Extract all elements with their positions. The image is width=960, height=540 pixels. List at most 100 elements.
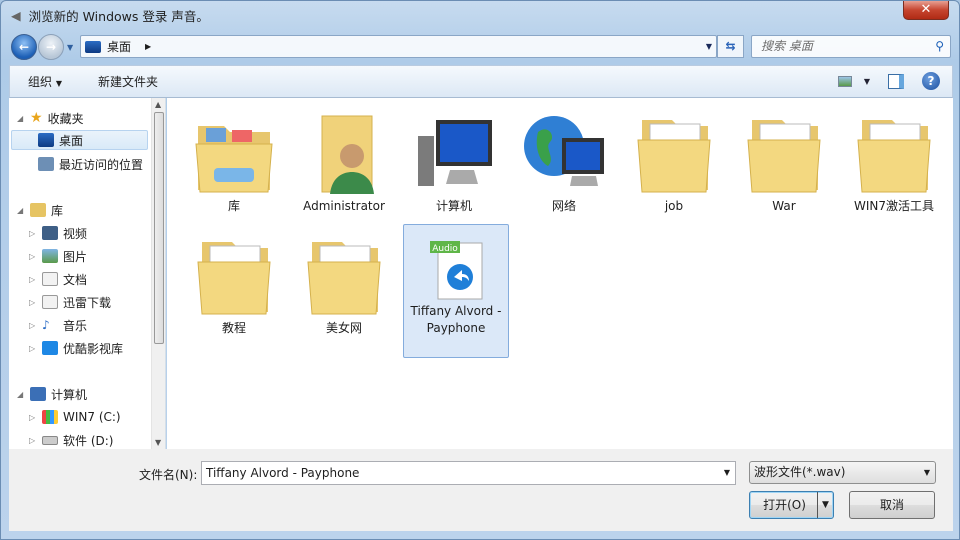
label: 库 — [51, 203, 64, 218]
library-icon — [30, 203, 46, 217]
label: 最近访问的位置 — [59, 157, 144, 172]
youku-icon — [42, 341, 58, 355]
view-dropdown-icon[interactable]: ▼ — [864, 77, 870, 86]
sidebar-computer[interactable]: ◢ 计算机 — [17, 384, 87, 404]
label: 图片 — [63, 249, 88, 264]
sidebar-favorites[interactable]: ◢ ★ 收藏夹 — [17, 108, 84, 128]
file-item[interactable]: 教程 — [181, 224, 287, 337]
sidebar-item-drive-c[interactable]: ▷ WIN7 (C:) — [29, 407, 121, 427]
file-item-label: 计算机 — [435, 199, 472, 213]
sidebar-item-video[interactable]: ▷ 视频 — [29, 223, 87, 243]
file-item-label: 教程 — [221, 321, 246, 335]
navigation-pane: ◢ ★ 收藏夹 桌面 最近访问的位置 ◢ 库 ▷ 视频 ▷ 图片 ▷ 文档 ▷ 迅雷下载 ▷ ♪… — [9, 98, 166, 449]
documents-icon — [42, 272, 58, 286]
computer-icon — [30, 387, 46, 401]
label: 迅雷下载 — [63, 295, 112, 310]
file-item-label: War — [772, 199, 796, 213]
open-label: 打开(O) — [763, 498, 806, 512]
chevron-down-icon: ▼ — [923, 468, 930, 477]
preview-pane-icon[interactable] — [888, 73, 904, 89]
filename-dropdown-icon[interactable]: ▼ — [724, 462, 730, 484]
cancel-button[interactable]: 取消 — [849, 491, 935, 519]
label: 文档 — [63, 272, 88, 287]
video-icon — [42, 226, 58, 240]
download-icon — [42, 295, 58, 309]
close-button[interactable]: ✕ — [903, 1, 949, 20]
drive-icon — [42, 435, 58, 445]
label: 计算机 — [51, 387, 88, 402]
pictures-icon — [42, 249, 58, 263]
folder-icon — [841, 110, 947, 198]
file-item[interactable]: Audio Tiffany Alvord - Payphone — [403, 224, 509, 358]
breadcrumb-arrow-icon[interactable]: ▶ — [145, 42, 151, 51]
file-item[interactable]: War — [731, 102, 837, 215]
view-options-icon[interactable] — [837, 75, 852, 87]
back-button[interactable]: ← — [11, 34, 37, 60]
desktop-icon — [85, 40, 101, 53]
music-icon: ♪ — [42, 318, 50, 332]
file-item-label: Administrator — [303, 199, 385, 213]
label: 桌面 — [59, 133, 84, 148]
search-icon[interactable]: ⚲ — [935, 36, 944, 57]
library-icon — [181, 110, 287, 198]
filetype-select[interactable]: 波形文件(*.wav) ▼ — [749, 461, 936, 484]
label: 视频 — [63, 226, 88, 241]
breadcrumb-desktop[interactable]: 桌面 — [107, 38, 131, 55]
open-dropdown-icon[interactable]: ▼ — [817, 492, 833, 518]
file-item-label: 美女网 — [325, 321, 362, 335]
folder-icon — [181, 232, 287, 320]
address-bar[interactable]: 桌面 ▶ ▼ — [80, 35, 717, 58]
system-drive-icon — [42, 410, 58, 424]
file-item[interactable]: 库 — [181, 102, 287, 215]
audio-icon: Audio — [404, 233, 508, 303]
label: 收藏夹 — [47, 111, 84, 126]
new-folder-button[interactable]: 新建文件夹 — [80, 73, 176, 90]
label: 软件 (D:) — [63, 433, 114, 448]
sidebar-item-pictures[interactable]: ▷ 图片 — [29, 246, 87, 266]
file-item[interactable]: WIN7激活工具 — [841, 102, 947, 215]
label: 音乐 — [63, 318, 88, 333]
sidebar-scrollbar[interactable]: ▲ ▼ — [151, 98, 165, 449]
file-item-label: 库 — [227, 199, 240, 213]
dialog-footer: 文件名(N): Tiffany Alvord - Payphone ▼ 波形文件(… — [9, 449, 953, 531]
organize-button[interactable]: 组织 ▼ — [10, 73, 80, 90]
svg-text:Audio: Audio — [432, 244, 458, 254]
network-icon — [511, 110, 617, 198]
title-bar: ◀ 浏览新的 Windows 登录 声音。 — [11, 6, 209, 25]
filename-label: 文件名(N): — [139, 468, 198, 482]
user-folder-icon — [291, 110, 397, 198]
sidebar-libraries[interactable]: ◢ 库 — [17, 200, 63, 220]
file-item[interactable]: job — [621, 102, 727, 215]
address-dropdown-icon[interactable]: ▼ — [706, 42, 712, 51]
desktop-icon — [38, 133, 54, 147]
sidebar-item-recent[interactable]: 最近访问的位置 — [38, 154, 143, 174]
label: 优酷影视库 — [63, 341, 124, 356]
folder-icon — [291, 232, 397, 320]
filetype-value: 波形文件(*.wav) — [754, 465, 846, 479]
search-input[interactable]: 搜索 桌面 ⚲ — [751, 35, 951, 58]
forward-button[interactable]: → — [38, 34, 64, 60]
sidebar-item-youku[interactable]: ▷ 优酷影视库 — [29, 338, 123, 358]
file-item[interactable]: 美女网 — [291, 224, 397, 337]
toolbar: 组织 ▼ 新建文件夹 ▼ ? — [9, 65, 953, 98]
refresh-button[interactable]: ⇆ — [717, 35, 744, 58]
file-item-label: Tiffany Alvord - Payphone — [410, 304, 502, 335]
sidebar-item-desktop[interactable]: 桌面 — [11, 130, 148, 150]
folder-icon — [731, 110, 837, 198]
open-button[interactable]: 打开(O) ▼ — [749, 491, 834, 519]
recent-pages-dropdown[interactable]: ▼ — [67, 43, 73, 52]
organize-label: 组织 — [28, 75, 53, 89]
sidebar-item-drive-d[interactable]: ▷ 软件 (D:) — [29, 430, 113, 449]
file-item[interactable]: Administrator — [291, 102, 397, 215]
sidebar-item-music[interactable]: ▷ ♪ 音乐 — [29, 315, 87, 335]
label: WIN7 (C:) — [63, 410, 121, 424]
sidebar-item-xunlei[interactable]: ▷ 迅雷下载 — [29, 292, 111, 312]
help-icon[interactable]: ? — [922, 72, 940, 90]
open-file-dialog: ◀ 浏览新的 Windows 登录 声音。 ✕ ← → ▼ 桌面 ▶ ▼ ⇆ 搜… — [0, 0, 960, 540]
folder-icon — [621, 110, 727, 198]
file-list: 库 Administrator 计算机 网络 job War WIN7激活工具教程 美女网 Au… — [167, 98, 953, 449]
file-item[interactable]: 网络 — [511, 102, 617, 215]
filename-input[interactable]: Tiffany Alvord - Payphone ▼ — [201, 461, 736, 485]
file-item[interactable]: 计算机 — [401, 102, 507, 215]
sidebar-item-documents[interactable]: ▷ 文档 — [29, 269, 87, 289]
